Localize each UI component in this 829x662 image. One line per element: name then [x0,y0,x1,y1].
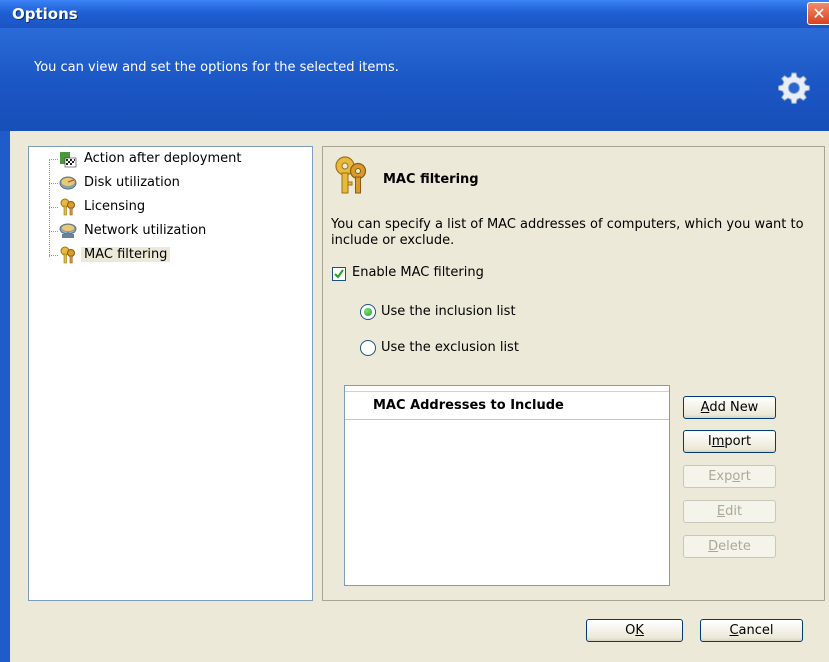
options-dialog: Options ✕ You can view and set the optio… [0,0,829,662]
mac-filtering-panel: MAC filtering You can specify a list of … [322,146,825,601]
ok-button[interactable]: OK [586,619,683,642]
tree-item-label: Action after deployment [84,151,242,166]
add-new-button[interactable]: Add New [683,396,776,419]
dialog-body: Action after deployment Disk utilization… [10,131,829,662]
panel-title: MAC filtering [383,172,479,187]
close-icon: ✕ [812,4,826,23]
button-label-part: ancel [738,623,774,638]
deployment-flag-icon [60,152,77,168]
enable-mac-filtering-label[interactable]: Enable MAC filtering [352,265,484,280]
tree-item-network-utilization[interactable]: Network utilization [29,220,299,242]
import-button[interactable]: Import [683,430,776,453]
enable-mac-filtering-checkbox[interactable] [332,267,346,281]
keys-icon [335,156,367,194]
button-accelerator: m [711,434,725,449]
radio-selected-dot [364,308,372,316]
delete-button[interactable]: Delete [683,535,776,558]
tree-item-label: Licensing [84,199,146,214]
exclusion-list-radio[interactable] [360,340,376,356]
button-accelerator: E [716,504,726,519]
window-title: Options [12,5,78,23]
header-description: You can view and set the options for the… [34,60,399,75]
export-button[interactable]: Export [683,465,776,488]
button-label-part: dd New [709,400,759,415]
mac-address-list[interactable]: MAC Addresses to Include [344,385,670,586]
tree-item-label: Network utilization [84,223,207,238]
panel-description: You can specify a list of MAC addresses … [331,217,804,248]
tree-item-mac-filtering[interactable]: MAC filtering [29,244,299,266]
header-banner: You can view and set the options for the… [0,28,829,131]
network-icon [59,223,77,238]
list-header-divider [345,386,669,392]
tree-item-label: MAC filtering [81,247,171,262]
options-tree[interactable]: Action after deployment Disk utilization… [28,146,313,601]
inclusion-list-label[interactable]: Use the inclusion list [381,304,516,319]
button-label-part: elete [718,539,751,554]
title-bar[interactable]: Options ✕ [0,0,829,28]
button-label-part: Exp [708,469,733,484]
button-label-part: rt [740,469,751,484]
inclusion-list-radio[interactable] [360,304,376,320]
column-header-mac-addresses[interactable]: MAC Addresses to Include [373,398,564,413]
keys-icon [60,246,75,264]
tree-item-disk-utilization[interactable]: Disk utilization [29,172,299,194]
button-accelerator: K [635,623,644,638]
edit-button[interactable]: Edit [683,500,776,523]
close-button[interactable]: ✕ [807,2,829,25]
button-label-part: O [625,623,636,638]
gear-icon [778,72,810,104]
tree-item-licensing[interactable]: Licensing [29,196,299,218]
tree-item-label: Disk utilization [84,175,180,190]
button-label-part: port [724,434,752,449]
exclusion-list-label[interactable]: Use the exclusion list [381,340,519,355]
button-accelerator: D [708,539,719,554]
checkmark-icon [334,269,344,279]
disk-icon [59,176,77,190]
cancel-button[interactable]: Cancel [700,619,803,642]
button-label-part: dit [725,504,743,519]
keys-icon [60,198,75,216]
list-header: MAC Addresses to Include [345,386,669,420]
button-accelerator: C [729,623,739,638]
tree-item-action-after-deployment[interactable]: Action after deployment [29,148,299,170]
